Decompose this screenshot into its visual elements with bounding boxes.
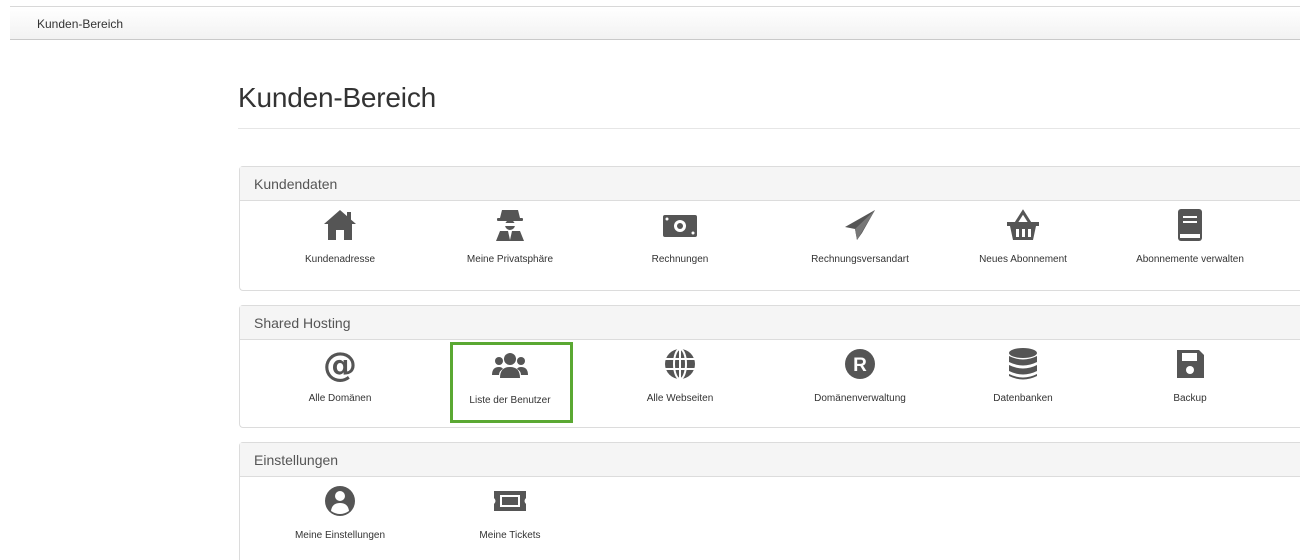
panel-heading: Kundendaten bbox=[240, 167, 1300, 201]
home-icon bbox=[324, 210, 356, 240]
tile-rechnungsversandart[interactable]: Rechnungsversandart bbox=[800, 201, 920, 281]
svg-text:R: R bbox=[853, 355, 867, 376]
tile-alle-webseiten[interactable]: Alle Webseiten bbox=[620, 340, 740, 420]
paper-plane-icon bbox=[845, 210, 875, 240]
tile-neues-abonnement[interactable]: Neues Abonnement bbox=[963, 201, 1083, 281]
svg-text:@: @ bbox=[323, 346, 357, 382]
tile-rechnungen[interactable]: Rechnungen bbox=[620, 201, 740, 281]
tile-kundenadresse[interactable]: Kundenadresse bbox=[280, 201, 400, 281]
panel-einstellungen: Einstellungen Meine Einstellungen Meine … bbox=[239, 442, 1300, 560]
tile-label: Liste der Benutzer bbox=[469, 395, 551, 406]
tile-datenbanken[interactable]: Datenbanken bbox=[963, 340, 1083, 420]
ticket-icon bbox=[494, 491, 526, 511]
tile-label: Domänenverwaltung bbox=[814, 393, 906, 404]
tile-label: Kundenadresse bbox=[304, 254, 376, 265]
tile-backup[interactable]: Backup bbox=[1130, 340, 1250, 420]
user-circle-icon bbox=[325, 486, 355, 516]
tile-alle-domaenen[interactable]: @ Alle Domänen bbox=[280, 340, 400, 420]
tile-label: Alle Domänen bbox=[308, 393, 372, 404]
tile-meine-privatsphaere[interactable]: Meine Privatsphäre bbox=[450, 201, 570, 281]
at-icon: @ bbox=[323, 346, 357, 382]
tile-label: Rechnungsversandart bbox=[811, 254, 909, 265]
save-icon bbox=[1177, 350, 1204, 378]
top-navbar: Kunden-Bereich bbox=[10, 6, 1300, 40]
tile-label: Datenbanken bbox=[993, 393, 1053, 404]
tile-abonnemente-verwalten[interactable]: Abonnemente verwalten bbox=[1130, 201, 1250, 281]
page-title: Kunden-Bereich bbox=[238, 82, 436, 113]
tile-meine-einstellungen[interactable]: Meine Einstellungen bbox=[280, 477, 400, 557]
nav-link-kunden-bereich[interactable]: Kunden-Bereich bbox=[37, 17, 123, 31]
tile-label: Meine Privatsphäre bbox=[466, 254, 554, 265]
panel-shared-hosting: Shared Hosting @ Alle Domänen Liste der … bbox=[239, 305, 1300, 428]
tile-liste-der-benutzer[interactable]: Liste der Benutzer bbox=[450, 342, 573, 423]
tile-label: Rechnungen bbox=[651, 254, 709, 265]
panel-heading: Shared Hosting bbox=[240, 306, 1300, 340]
shopping-basket-icon bbox=[1007, 209, 1039, 240]
panel-kundendaten: Kundendaten Kundenadresse Meine Privatsp… bbox=[239, 166, 1300, 291]
tile-label: Meine Tickets bbox=[479, 530, 541, 541]
users-icon bbox=[492, 353, 528, 378]
book-icon bbox=[1178, 209, 1202, 241]
user-secret-icon bbox=[496, 210, 524, 241]
tile-domaenenverwaltung[interactable]: R Domänenverwaltung bbox=[800, 340, 920, 420]
tile-meine-tickets[interactable]: Meine Tickets bbox=[450, 477, 570, 557]
tile-label: Abonnemente verwalten bbox=[1136, 254, 1244, 265]
registered-icon: R bbox=[845, 349, 875, 379]
title-divider bbox=[238, 128, 1300, 129]
globe-icon bbox=[665, 348, 695, 380]
panel-heading: Einstellungen bbox=[240, 443, 1300, 477]
money-bill-icon bbox=[663, 215, 697, 237]
tile-label: Meine Einstellungen bbox=[294, 530, 386, 541]
database-icon bbox=[1009, 348, 1037, 380]
tile-label: Alle Webseiten bbox=[646, 393, 714, 404]
tile-label: Backup bbox=[1173, 393, 1207, 404]
tile-label: Neues Abonnement bbox=[979, 254, 1067, 265]
